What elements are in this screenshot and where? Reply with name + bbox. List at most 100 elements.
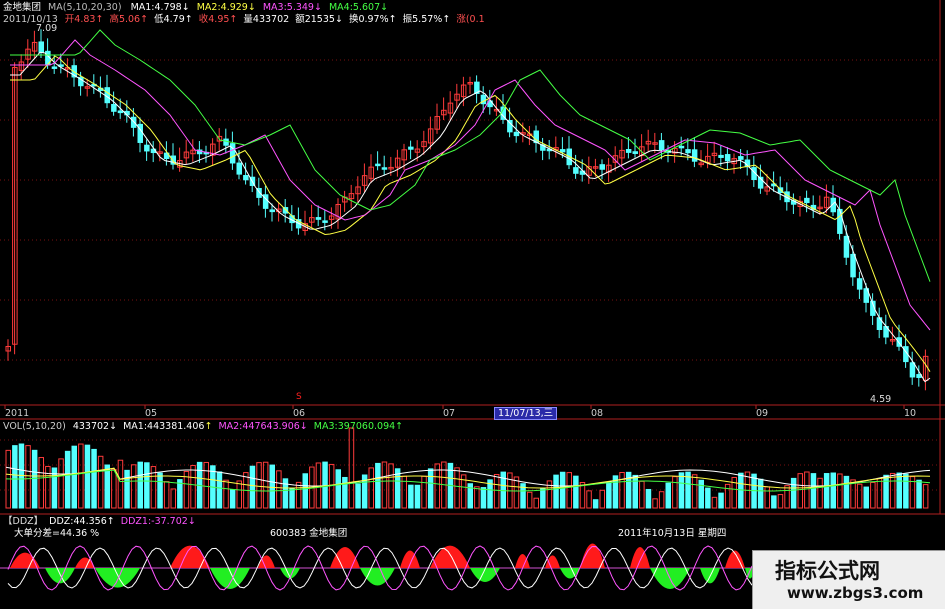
ma1-value: MA1:4.798	[130, 2, 182, 13]
volume-bar	[738, 472, 744, 509]
volume-bar	[784, 485, 790, 509]
volume-bar	[790, 477, 797, 509]
ddz-tag[interactable]: 【DDZ】	[3, 516, 43, 527]
volume-bar	[843, 475, 850, 509]
volume-bar	[163, 481, 170, 509]
volume-bar	[454, 467, 460, 509]
volume-bar	[216, 471, 223, 509]
header-row-1: 金地集团 MA(5,10,20,30) MA1:4.798↓ MA2:4.929…	[3, 2, 389, 13]
candle-body	[513, 131, 520, 137]
volume-ma3: MA3:397060.094	[313, 421, 396, 432]
volume-bar	[797, 473, 803, 509]
ddz-negative-area	[360, 568, 395, 586]
volume-bar	[421, 475, 427, 509]
volume-bar	[870, 481, 876, 509]
stock-code-name: 600383 金地集团	[270, 528, 348, 539]
volume-bar	[45, 465, 51, 509]
volume-bar	[830, 472, 836, 509]
candle-body	[738, 156, 744, 160]
volume-bar	[368, 467, 374, 509]
volume-bar	[586, 490, 592, 509]
volume-bar	[117, 459, 124, 509]
candle-body	[381, 167, 388, 170]
axis-label-09: 09	[756, 408, 769, 419]
volume-bar	[137, 461, 143, 509]
peak-price-label: 7.09	[36, 23, 58, 34]
volume-bar	[124, 469, 130, 509]
volume-bar	[203, 461, 209, 509]
volume-bar	[691, 474, 698, 509]
volume-bar	[355, 483, 361, 509]
volume-bar	[817, 477, 823, 509]
volume-bar	[256, 462, 262, 509]
candle-body	[599, 164, 605, 170]
ddz-panel-header: 【DDZ】 DDZ:44.356↑ DDZ1:-37.702↓	[3, 516, 196, 527]
candle-body	[658, 140, 665, 151]
volume-bar	[276, 470, 282, 509]
volume-bar	[883, 474, 889, 509]
ma-settings: MA(5,10,20,30)	[48, 2, 122, 13]
ma1-line	[10, 51, 931, 383]
volume-bar	[229, 489, 236, 509]
watermark-url: www.zbgs3.com	[787, 584, 924, 602]
volume-bar	[718, 492, 724, 509]
candle-body	[223, 138, 229, 146]
volume-ma2: MA2:447643.906	[218, 421, 300, 432]
volume-bar	[922, 484, 929, 509]
volume-bar	[645, 488, 652, 509]
volume-bar	[414, 484, 421, 509]
volume-bar	[381, 461, 388, 509]
volume-bar	[540, 488, 546, 509]
watermark-box: 指标公式网 www.zbgs3.com	[752, 550, 945, 609]
volume-bar	[282, 478, 289, 509]
volume-bar	[592, 499, 599, 509]
candle-body	[625, 149, 632, 153]
split-marker: S	[296, 392, 302, 402]
volume-bar	[408, 484, 414, 509]
volume-bar	[698, 479, 704, 509]
candle-body	[843, 235, 850, 258]
volume-bar	[130, 464, 137, 509]
volume-bar	[269, 464, 275, 509]
ddz1-value: DDZ1:-37.702	[120, 516, 188, 527]
volume-bar	[889, 472, 896, 509]
ma2-value: MA2:4.929	[196, 2, 248, 13]
cursor-date-tag[interactable]: 11/07/13,三	[494, 407, 558, 420]
volume-bar	[223, 479, 229, 509]
volume-bar	[97, 455, 104, 509]
volume-bar	[342, 476, 348, 509]
volume-bar	[302, 473, 308, 509]
volume-bar	[64, 450, 71, 509]
candle-body	[850, 253, 856, 278]
volume-bar	[190, 464, 196, 509]
ddz-date: 2011年10月13日 星期四	[618, 528, 727, 539]
axis-label-07: 07	[443, 408, 456, 419]
axis-label-08: 08	[591, 408, 604, 419]
ma2-line	[10, 55, 931, 372]
volume-bar	[573, 475, 579, 509]
volume-bar	[559, 471, 566, 509]
volume-panel-header: VOL(5,10,20) 433702↓ MA1:443381.406↑ MA2…	[3, 421, 404, 432]
turnover-value: 换0.97%	[348, 14, 389, 25]
watermark-title: 指标公式网	[775, 559, 880, 583]
volume-bar	[837, 473, 843, 509]
volume-bar	[388, 463, 394, 509]
low-price: 低4.79	[154, 14, 185, 25]
volume-bar	[71, 445, 77, 509]
volume-bar	[84, 444, 91, 509]
ddz-positive-area	[630, 547, 650, 568]
candle-body	[573, 167, 579, 174]
volume-bar	[896, 472, 902, 509]
volume-bar	[553, 474, 559, 509]
candle-body	[236, 162, 242, 175]
candle-body	[909, 362, 916, 378]
volume-bar	[876, 477, 883, 509]
volume-bar	[903, 473, 909, 509]
ma4-value: MA4:5.607	[328, 2, 381, 13]
volume-value: 量433702	[243, 14, 290, 25]
volume-bar	[170, 488, 176, 509]
volume-bar	[599, 489, 605, 509]
big-order-diff: 大单分差=44.36 %	[14, 528, 100, 539]
volume-bar	[606, 481, 612, 509]
volume-bar	[289, 487, 295, 509]
